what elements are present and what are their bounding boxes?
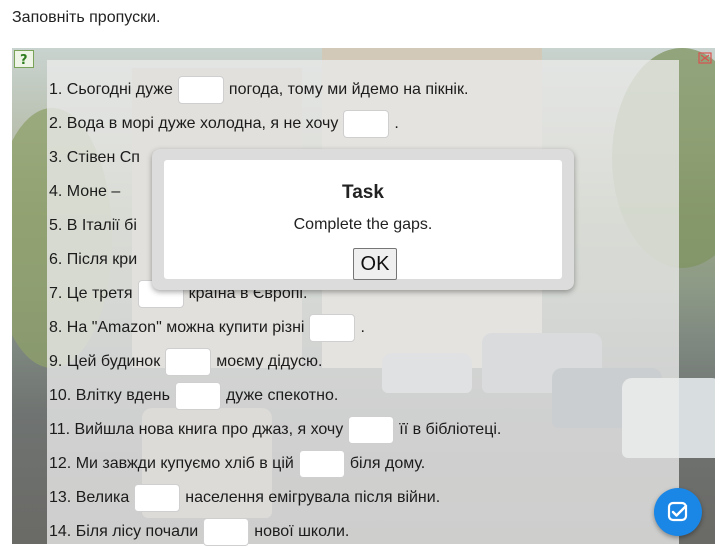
check-answers-button[interactable] (654, 488, 702, 536)
gap-input[interactable] (309, 314, 356, 342)
gap-input[interactable] (203, 518, 250, 546)
sentence-text: біля дому. (349, 455, 426, 472)
check-icon (667, 501, 688, 522)
sentence-text: 2. Вода в морі дуже холодна, я не хочу (49, 115, 339, 132)
sentence-text: 8. На "Amazon" можна купити різні (49, 319, 305, 336)
sentence-row: 10. Влітку вдень дуже спекотно. (49, 381, 338, 411)
task-dialog-body: Task Complete the gaps. OK (164, 160, 562, 280)
fullscreen-icon[interactable] (697, 51, 713, 65)
help-icon[interactable]: ? (14, 50, 34, 68)
sentence-text: 10. Влітку вдень (49, 387, 170, 404)
task-dialog: Task Complete the gaps. OK (152, 149, 574, 290)
sentence-text: 14. Біля лісу почали (49, 523, 199, 540)
sentence-row: 2. Вода в морі дуже холодна, я не хочу . (49, 109, 399, 139)
sentence-row: 5. В Італії бі (49, 211, 137, 241)
sentence-row: 8. На "Amazon" можна купити різні . (49, 313, 365, 343)
svg-text:?: ? (20, 53, 28, 66)
sentence-row: 11. Вийшла нова книга про джаз, я хочу ї… (49, 415, 501, 445)
sentence-row: 13. Велика населення емігрувала після ві… (49, 483, 440, 513)
sentence-text: моєму дідусю. (216, 353, 323, 370)
sentence-text: населення емігрувала після війни. (185, 489, 441, 506)
sentence-row: 4. Моне – (49, 177, 120, 207)
sentence-text: 6. Після кри (49, 251, 138, 268)
sentence-text: 4. Моне – (49, 183, 121, 200)
sentence-row: 1. Сьогодні дуже погода, тому ми йдемо н… (49, 75, 468, 105)
sentence-text: 11. Вийшла нова книга про джаз, я хочу (49, 421, 344, 438)
dialog-message: Complete the gaps. (293, 216, 433, 233)
gap-input[interactable] (174, 382, 221, 410)
gap-input[interactable] (298, 450, 345, 478)
sentence-text: погода, тому ми йдемо на пікнік. (228, 81, 469, 98)
gap-input[interactable] (177, 76, 224, 104)
sentence-row: 9. Цей будинок моєму дідусю. (49, 347, 322, 377)
sentence-text: 13. Велика (49, 489, 130, 506)
dialog-title: Task (342, 182, 384, 203)
sentence-row: 6. Після кри (49, 245, 137, 275)
sentence-text: 3. Стівен Сп (49, 149, 140, 166)
sentence-text: . (394, 115, 399, 132)
sentence-row: 3. Стівен Сп (49, 143, 140, 173)
ok-button[interactable]: OK (353, 248, 397, 280)
sentence-text: нової школи. (254, 523, 350, 540)
gap-input[interactable] (343, 110, 390, 138)
sentence-text: її в бібліотеці. (399, 421, 502, 438)
sentence-text: 9. Цей будинок (49, 353, 161, 370)
sentence-text: дуже спекотно. (225, 387, 339, 404)
sentence-text: 5. В Італії бі (49, 217, 137, 234)
sentence-row: 14. Біля лісу почали нової школи. (49, 517, 349, 547)
gap-input[interactable] (165, 348, 212, 376)
sentence-text: . (360, 319, 365, 336)
sentence-text: 12. Ми завжди купуємо хліб в цій (49, 455, 294, 472)
sentence-text: 1. Сьогодні дуже (49, 81, 173, 98)
instruction-text: Заповніть пропуски. (12, 9, 161, 26)
gap-input[interactable] (134, 484, 181, 512)
sentence-text: 7. Це третя (49, 285, 133, 302)
sentence-row: 12. Ми завжди купуємо хліб в цій біля до… (49, 449, 425, 479)
gap-input[interactable] (348, 416, 395, 444)
